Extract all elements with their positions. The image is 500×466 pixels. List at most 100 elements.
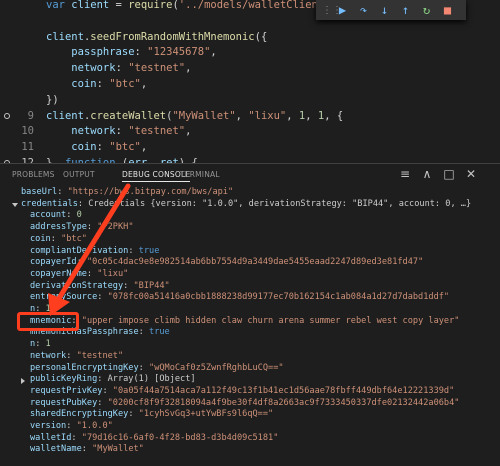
code-line[interactable]: network: "testnet", [0, 60, 500, 76]
property-key: baseUrl [21, 187, 58, 197]
console-line[interactable]: mnemonic: "upper impose climb hidden cla… [30, 316, 500, 328]
console-line[interactable]: requestPubKey: "0200cf8f9f32818094a4f9be… [30, 398, 500, 410]
gutter[interactable] [0, 60, 14, 76]
panel-layout-icon[interactable]: □ [442, 167, 456, 181]
code-token: "btc" [109, 78, 141, 90]
code-line[interactable]: passphrase: "12345678", [0, 44, 500, 60]
code-line[interactable]: client.seedFromRandomWithMnemonic({ [0, 29, 500, 45]
code-editor[interactable]: var client = require('../models/walletCl… [0, 0, 500, 163]
console-line[interactable]: baseUrl: "https://bws.bitpay.com/bws/api… [21, 187, 500, 199]
gutter[interactable] [0, 92, 14, 108]
property-value: "0c05c4dac9e8e982514ab6bb7554d9a3449dae5… [86, 257, 424, 268]
filter-lines-icon[interactable]: ≡ [398, 167, 412, 181]
property-value: "MyWallet" [92, 444, 144, 455]
expand-chevron-down-icon[interactable] [12, 202, 18, 207]
code-token: , [185, 125, 192, 138]
console-line[interactable]: walletId: "79d16c16-6af0-4f28-bd83-d3b4d… [30, 433, 500, 445]
code-token: , [305, 109, 318, 122]
gutter[interactable] [0, 123, 14, 139]
code-token: '../models/walletClient' [178, 0, 331, 11]
code-line[interactable]: 10 network: "testnet", [0, 123, 500, 139]
code-text: network: "testnet", [46, 60, 191, 76]
property-key: walletId [30, 432, 72, 443]
step-over-icon[interactable]: ↷ [355, 2, 372, 18]
code-token: network [71, 62, 116, 75]
code-token: coin [71, 141, 97, 154]
console-line[interactable]: copayerName: "lixu" [30, 269, 500, 281]
property-value: "1cyhSvGq3+utYwBFs9l6qQ==" [138, 409, 274, 420]
gutter[interactable] [0, 13, 14, 29]
gutter[interactable] [0, 0, 14, 13]
step-into-icon[interactable]: ↓ [376, 2, 393, 18]
fold-marker-icon[interactable] [0, 155, 14, 163]
expand-chevron-right-icon[interactable] [21, 378, 25, 385]
property-value: "lixu" [97, 268, 129, 279]
console-line[interactable]: copayerId: "0c05c4dac9e8e982514ab6bb7554… [30, 257, 500, 269]
property-key: entropySource [30, 292, 98, 303]
property-key: version [30, 421, 67, 431]
code-line[interactable]: coin: "btc", [0, 76, 500, 92]
continue-icon[interactable]: ▶ [334, 2, 351, 18]
code-token: client [46, 30, 84, 43]
code-token: seedFromRandomWithMnemonic [90, 30, 255, 43]
step-out-icon[interactable]: ↑ [397, 2, 414, 18]
tab-output[interactable]: OUTPUT [63, 170, 95, 179]
console-line[interactable]: account: 0 [30, 210, 500, 222]
code-token: client [46, 109, 84, 122]
console-line[interactable]: coin: "btc" [30, 234, 500, 246]
code-token: , [185, 62, 192, 75]
code-token: }) [46, 93, 59, 106]
gutter[interactable] [0, 139, 14, 155]
property-value: : [123, 280, 134, 291]
console-line[interactable]: publicKeyRing: Array(1) [Object] [30, 374, 500, 386]
console-line[interactable]: network: "testnet" [30, 351, 500, 363]
property-key: requestPrivKey [30, 385, 103, 396]
code-token: , [140, 141, 148, 154]
console-line[interactable]: walletName: "MyWallet" [30, 444, 500, 456]
property-value: "BIP44" [133, 280, 170, 291]
console-line[interactable]: credentials: Credentials {version: "1.0.… [21, 199, 500, 211]
gutter[interactable] [0, 76, 14, 92]
code-line[interactable]: 9 client.createWallet("MyWallet", "lixu",… [0, 108, 500, 124]
property-value: "testnet" [76, 350, 124, 361]
console-line[interactable]: n: 1 [30, 339, 500, 351]
property-value: "https://bws.bitpay.com/bws/api" [67, 187, 234, 197]
console-line[interactable]: entropySource: "078fc00a51416a0cbb188823… [30, 292, 500, 304]
property-value: 0 [76, 210, 82, 221]
console-line[interactable]: n: 1 [30, 304, 500, 316]
property-value: : [50, 233, 62, 244]
property-value: "btc" [61, 233, 87, 244]
console-line[interactable]: requestPrivKey: "0a05f44a7514aca7a112f49… [30, 386, 500, 398]
line-number: 9 [27, 109, 34, 122]
tab-terminal[interactable]: TERMINAL [180, 170, 220, 179]
code-token: network [71, 125, 116, 138]
restart-icon[interactable]: ↻ [418, 2, 435, 18]
gutter[interactable] [0, 29, 14, 45]
console-line[interactable]: personalEncryptingKey: "wQMoCaf0z5ZwnfRg… [30, 363, 500, 375]
console-line[interactable]: derivationStrategy: "BIP44" [30, 281, 500, 293]
property-value: : Array(1) [Object] [97, 374, 196, 385]
code-line[interactable]: }) [0, 92, 500, 108]
property-value: "P2PKH" [97, 222, 134, 233]
drag-handle-icon[interactable]: ⋮⋮ [322, 5, 342, 16]
fold-marker-icon[interactable] [0, 108, 14, 124]
code-token: ({ [254, 30, 268, 43]
console-line[interactable]: sharedEncryptingKey: "1cyhSvGq3+utYwBFs9… [30, 409, 500, 421]
property-key: copayerName [30, 268, 87, 279]
console-line[interactable]: mnemonicHasPassphrase: true [30, 327, 500, 339]
property-value: "0a05f44a7514aca7a112f49c13f1b41ec1d56aa… [112, 385, 455, 396]
console-line[interactable]: addressType: "P2PKH" [30, 222, 500, 234]
code-line[interactable]: 11 coin: "btc", [0, 139, 500, 155]
tab-problems[interactable]: PROBLEMS [12, 170, 55, 179]
console-line[interactable]: compliantDerivation: true [30, 246, 500, 258]
maximize-panel-icon[interactable]: ∧ [420, 167, 434, 181]
property-value: "upper impose climb hidden claw churn ar… [81, 315, 460, 326]
property-key: network [30, 350, 67, 361]
code-line[interactable]: 12}, function (err, ret) { [0, 155, 500, 163]
gutter[interactable] [0, 44, 14, 60]
code-token: , [140, 78, 148, 90]
console-line[interactable]: version: "1.0.0" [30, 421, 500, 433]
stop-icon[interactable]: ■ [439, 2, 456, 18]
property-value: : [66, 421, 77, 431]
close-panel-icon[interactable]: ✕ [464, 167, 478, 181]
